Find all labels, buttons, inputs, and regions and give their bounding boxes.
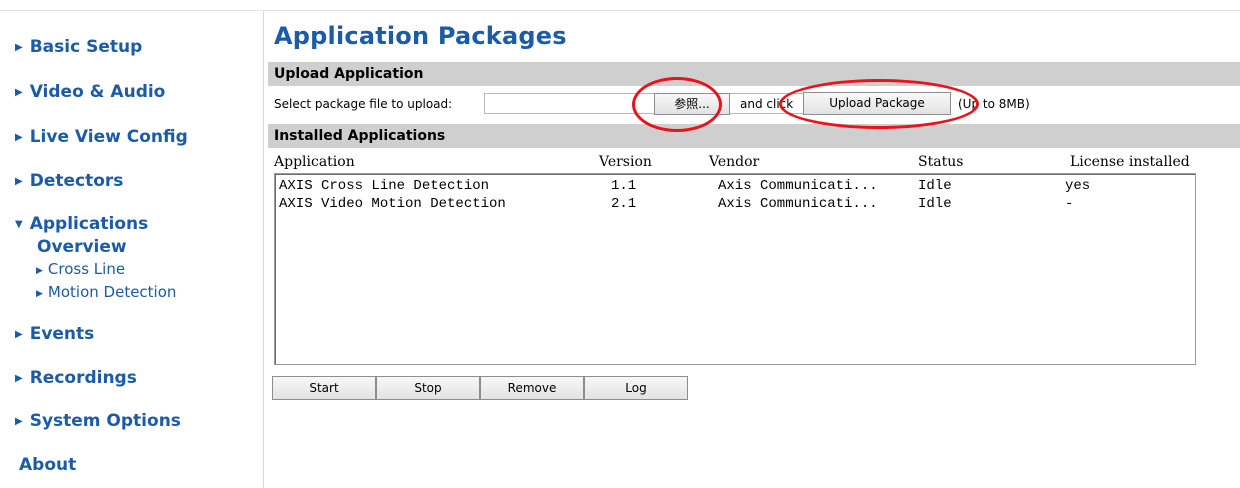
column-header-version: Version — [599, 154, 652, 170]
app-license: yes — [1065, 178, 1091, 194]
sidebar-item-applications[interactable]: ▼ Applications — [15, 214, 148, 234]
sidebar-item-video-audio[interactable]: ▶ Video & Audio — [15, 82, 165, 102]
app-license: - — [1065, 196, 1074, 212]
sidebar-item-system-options[interactable]: ▶ System Options — [15, 411, 181, 431]
select-package-label: Select package file to upload: — [274, 97, 453, 111]
sidebar-item-label: Basic Setup — [29, 37, 143, 57]
and-click-label: and click — [740, 97, 794, 111]
sidebar-nav: ▶ Basic Setup ▶ Video & Audio ▶ Live View C… — [0, 11, 264, 488]
app-name: AXIS Cross Line Detection — [279, 178, 490, 194]
main-content: Application Packages Upload Application … — [268, 0, 1240, 488]
sidebar-item-live-view-config[interactable]: ▶ Live View Config — [15, 127, 188, 147]
triangle-right-icon: ▶ — [15, 42, 23, 53]
app-name: AXIS Video Motion Detection — [279, 196, 506, 212]
app-status: Idle — [918, 178, 952, 194]
triangle-right-icon: ▶ — [15, 132, 23, 143]
installed-applications-list[interactable]: AXIS Cross Line Detection 1.1 Axis Commu… — [274, 173, 1196, 365]
column-header-application: Application — [274, 154, 355, 170]
installed-section-header: Installed Applications — [268, 124, 1240, 148]
triangle-right-icon: ▶ — [15, 416, 23, 427]
sidebar-item-about[interactable]: About — [19, 455, 76, 475]
log-button[interactable]: Log — [584, 376, 688, 400]
upload-section-header: Upload Application — [268, 62, 1240, 86]
remove-button[interactable]: Remove — [480, 376, 584, 400]
sidebar-item-label: System Options — [29, 411, 181, 431]
app-vendor: Axis Communicati... — [718, 196, 878, 212]
triangle-right-icon: ▶ — [15, 329, 23, 340]
sidebar-subitem-label: Motion Detection — [47, 283, 177, 301]
column-header-vendor: Vendor — [709, 154, 760, 170]
sidebar-item-label: Detectors — [29, 171, 124, 191]
sidebar-subitem-cross-line[interactable]: ▶ Cross Line — [36, 260, 125, 278]
triangle-right-icon: ▶ — [15, 373, 23, 384]
sidebar-item-label: Recordings — [29, 368, 137, 388]
triangle-right-icon: ▶ — [15, 87, 23, 98]
sidebar-item-label: Live View Config — [29, 127, 188, 147]
stop-button[interactable]: Stop — [376, 376, 480, 400]
sidebar-subitem-motion-detection[interactable]: ▶ Motion Detection — [36, 283, 176, 301]
sidebar-item-detectors[interactable]: ▶ Detectors — [15, 171, 123, 191]
browse-button[interactable]: 参照... — [654, 93, 730, 115]
start-button[interactable]: Start — [272, 376, 376, 400]
triangle-right-icon: ▶ — [15, 176, 23, 187]
sidebar-item-label: Events — [29, 324, 95, 344]
sidebar-item-basic-setup[interactable]: ▶ Basic Setup — [15, 37, 142, 57]
sidebar-subitem-overview: Overview — [37, 237, 127, 257]
triangle-right-icon: ▶ — [36, 289, 43, 299]
upload-package-button[interactable]: Upload Package — [803, 92, 951, 115]
app-status: Idle — [918, 196, 952, 212]
sidebar-item-label: Applications — [29, 214, 149, 234]
app-version: 1.1 — [611, 178, 637, 194]
triangle-down-icon: ▼ — [15, 219, 23, 230]
sidebar-subitem-label: Cross Line — [47, 260, 126, 278]
sidebar-item-label: About — [19, 455, 77, 475]
column-header-license: License installed — [1070, 154, 1190, 170]
column-header-status: Status — [918, 154, 964, 170]
page-title: Application Packages — [274, 22, 567, 50]
triangle-right-icon: ▶ — [36, 266, 43, 276]
size-limit-label: (Up to 8MB) — [958, 97, 1030, 111]
sidebar-item-events[interactable]: ▶ Events — [15, 324, 94, 344]
app-vendor: Axis Communicati... — [718, 178, 878, 194]
app-version: 2.1 — [611, 196, 637, 212]
upload-row: Select package file to upload: 参照... and… — [268, 89, 1240, 119]
sidebar-item-recordings[interactable]: ▶ Recordings — [15, 368, 137, 388]
sidebar-item-label: Video & Audio — [29, 82, 166, 102]
